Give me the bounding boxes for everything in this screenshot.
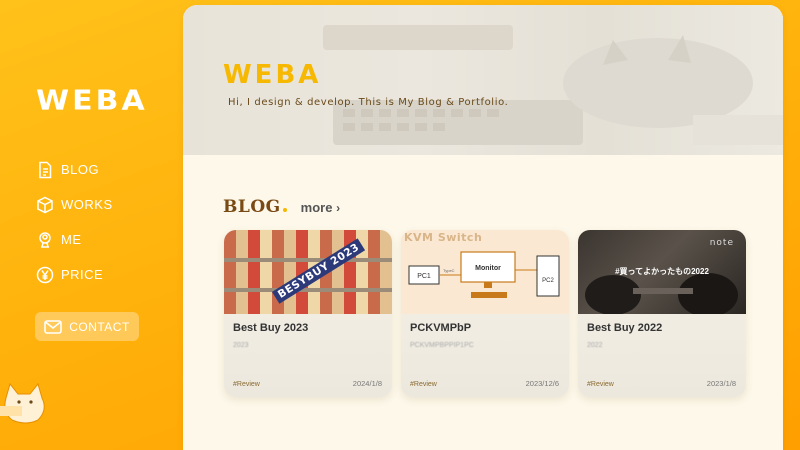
site-logo[interactable]: WEBA [36, 86, 148, 116]
card-tag[interactable]: #Review [233, 381, 260, 388]
diagram-label: TypeC [443, 268, 455, 273]
hero-tagline: Hi, I design & develop. This is My Blog … [228, 97, 509, 108]
shelf-divider [224, 258, 392, 262]
logo-text: WEBA [36, 84, 148, 117]
diagram-label: Monitor [475, 265, 501, 272]
card-date: 2023/1/8 [706, 379, 736, 388]
blog-card[interactable]: note #買ってよかったもの2022 Best Buy 2022 2022 #… [578, 230, 746, 397]
card-excerpt: 2023 [233, 342, 249, 349]
card-excerpt: PCKVMPBPPIP1PC [410, 342, 474, 349]
mail-icon [44, 319, 62, 334]
nav-item-me[interactable]: ME [36, 222, 113, 257]
main-panel: WEBA Hi, I design & develop. This is My … [183, 5, 783, 450]
nav-item-blog[interactable]: BLOG [36, 152, 113, 187]
card-thumbnail: BESYBUY 2023 [224, 230, 392, 314]
accent-dot [282, 208, 287, 212]
chevron-right-icon: › [336, 201, 341, 215]
blog-card[interactable]: BESYBUY 2023 Best Buy 2023 2023 #Review … [224, 230, 392, 397]
diagram-label: PC1 [417, 273, 431, 280]
contact-button[interactable]: CONTACT [35, 312, 139, 341]
card-date: 2024/1/8 [352, 379, 382, 388]
nav-item-works[interactable]: WORKS [36, 187, 113, 222]
thumbnail-caption: #買ってよかったもの2022 [615, 267, 709, 276]
nav-label: BLOG [61, 162, 100, 177]
blog-card[interactable]: KVM Switch PC1 TypeC Monitor PC2 PCKVMPb… [401, 230, 569, 397]
box-icon [37, 196, 53, 213]
contact-label: CONTACT [69, 319, 130, 334]
card-title: PCKVMPbP [410, 322, 472, 334]
card-body: PCKVMPbP PCKVMPBPPIP1PC #Review 2023/12/… [401, 314, 569, 397]
document-icon [39, 161, 52, 178]
shelf-divider [224, 288, 392, 292]
main-nav: BLOG WORKS ME PRICE [36, 152, 113, 292]
blog-section-header: BLOG more › [223, 197, 340, 217]
hero-logo: WEBA [223, 60, 322, 90]
thumbnail-caption: BESYBUY 2023 [271, 238, 366, 304]
card-title: Best Buy 2022 [587, 322, 663, 334]
more-label: more [300, 200, 333, 215]
section-title: BLOG [223, 197, 281, 217]
card-body: Best Buy 2023 2023 #Review 2024/1/8 [224, 314, 392, 397]
card-tag[interactable]: #Review [587, 381, 614, 388]
note-logo: note [709, 238, 734, 248]
card-tag[interactable]: #Review [410, 381, 437, 388]
blog-card-list: BESYBUY 2023 Best Buy 2023 2023 #Review … [224, 230, 746, 397]
sidebar: WEBA BLOG WORKS ME PRICE CONTACT [0, 0, 180, 450]
nav-label: WORKS [61, 197, 113, 212]
cat-mascot-icon [0, 382, 45, 424]
card-thumbnail: KVM Switch PC1 TypeC Monitor PC2 [401, 230, 569, 314]
nav-label: ME [61, 232, 82, 247]
more-link[interactable]: more › [301, 200, 340, 215]
card-title: Best Buy 2023 [233, 322, 309, 334]
yen-icon [36, 266, 54, 283]
card-thumbnail: note #買ってよかったもの2022 [578, 230, 746, 314]
card-excerpt: 2022 [587, 342, 603, 349]
diagram-label: PC2 [542, 278, 554, 284]
hero-banner: WEBA Hi, I design & develop. This is My … [183, 5, 783, 155]
card-body: Best Buy 2022 2022 #Review 2023/1/8 [578, 314, 746, 397]
user-badge-icon [39, 231, 51, 248]
nav-item-price[interactable]: PRICE [36, 257, 113, 292]
kvm-diagram: PC1 TypeC Monitor PC2 [408, 251, 560, 298]
card-date: 2023/12/6 [525, 379, 559, 388]
nav-label: PRICE [61, 267, 104, 282]
